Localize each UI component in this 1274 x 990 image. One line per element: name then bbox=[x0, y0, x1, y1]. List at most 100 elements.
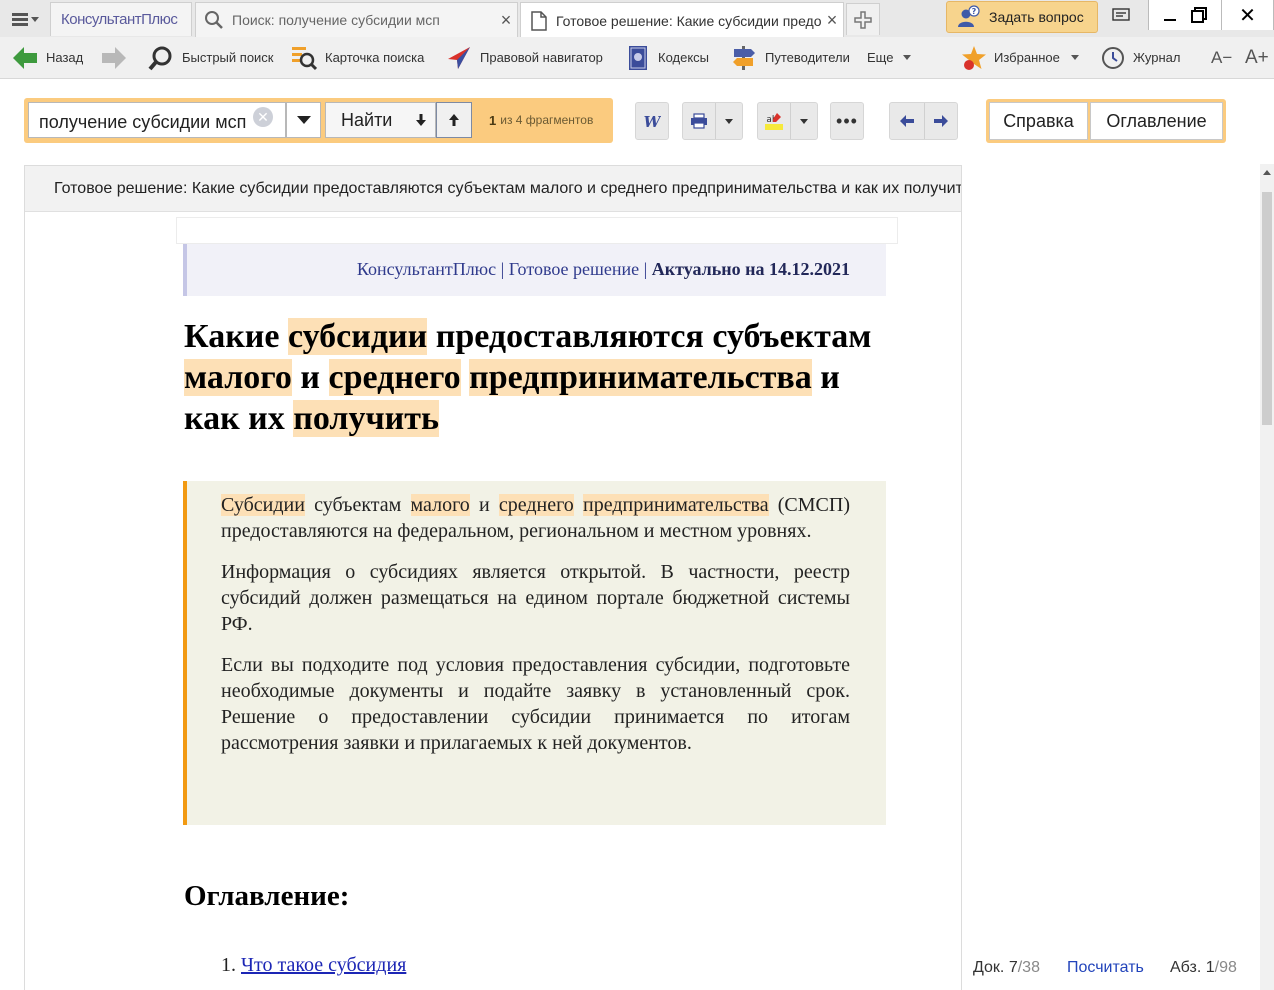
chevron-down-icon bbox=[30, 16, 39, 22]
vertical-scrollbar[interactable] bbox=[1260, 164, 1274, 990]
document-navigation bbox=[889, 102, 958, 140]
para-label: Абз. bbox=[1170, 959, 1206, 976]
summary-paragraph: Субсидии субъектам малого и среднего пре… bbox=[221, 492, 850, 544]
favorites-button[interactable]: Избранное bbox=[961, 37, 1079, 78]
help-panel: Справка Оглавление bbox=[986, 99, 1226, 143]
arrow-left-icon bbox=[899, 115, 914, 127]
title-highlight: субсидии bbox=[287, 318, 428, 355]
document-view[interactable]: Готовое решение: Какие субсидии предоста… bbox=[24, 165, 962, 990]
find-label: Найти bbox=[341, 109, 393, 130]
document-icon bbox=[531, 10, 547, 31]
chevron-down-icon bbox=[1070, 55, 1079, 60]
summary-text: и bbox=[469, 494, 499, 516]
close-icon: ✕ bbox=[1239, 4, 1256, 27]
restore-button[interactable] bbox=[1176, 0, 1222, 30]
toc-link[interactable]: Что такое субсидия bbox=[241, 954, 406, 976]
title-text: и bbox=[291, 359, 329, 396]
close-window-button[interactable]: ✕ bbox=[1222, 0, 1274, 30]
settings-window-button[interactable] bbox=[1098, 0, 1144, 30]
summary-text bbox=[574, 494, 583, 516]
tab-document[interactable]: Готовое решение: Какие субсидии предоста… bbox=[520, 2, 844, 38]
title-highlight: получить bbox=[293, 400, 439, 437]
search-query-text: получение субсидии мсп bbox=[39, 112, 247, 132]
toc-heading: Оглавление: bbox=[184, 880, 350, 912]
count-link-label: Посчитать bbox=[1067, 959, 1144, 976]
search-input[interactable]: получение субсидии мсп bbox=[28, 102, 286, 138]
search-card-label: Карточка поиска bbox=[325, 50, 425, 65]
font-increase-button[interactable]: A+ bbox=[1245, 37, 1269, 78]
previous-fragment-button[interactable] bbox=[436, 102, 472, 138]
compass-navigator-icon bbox=[448, 46, 470, 69]
fragment-total-text: из 4 фрагментов bbox=[500, 113, 594, 127]
doc-current: 7 bbox=[1008, 959, 1018, 976]
actual-date-text: Актуально на 14.12.2021 bbox=[651, 259, 850, 279]
print-button[interactable] bbox=[682, 102, 743, 140]
summary-block: Субсидии субъектам малого и среднего пре… bbox=[183, 481, 886, 825]
tab-search-label: Поиск: получение субсидии мсп bbox=[232, 12, 440, 28]
plus-icon bbox=[854, 10, 872, 29]
close-icon[interactable]: × bbox=[821, 10, 843, 31]
summary-highlight: среднего bbox=[498, 494, 574, 516]
highlighter-icon: ab bbox=[765, 113, 784, 130]
chevron-down-icon[interactable] bbox=[725, 118, 734, 124]
title-highlight: предпринимательства bbox=[469, 359, 812, 396]
next-document-button[interactable] bbox=[924, 103, 957, 139]
ask-question-button[interactable]: ? Задать вопрос bbox=[946, 1, 1098, 33]
highlight-button[interactable]: ab bbox=[757, 102, 818, 140]
star-icon bbox=[962, 45, 986, 70]
scrollbar-thumb[interactable] bbox=[1262, 192, 1272, 425]
tab-document-label: Готовое решение: Какие субсидии предоста… bbox=[556, 12, 821, 29]
previous-document-button[interactable] bbox=[890, 103, 924, 139]
word-icon: W bbox=[644, 113, 661, 129]
back-button[interactable]: Назад bbox=[12, 37, 83, 78]
font-decrease-button[interactable]: A− bbox=[1211, 37, 1232, 78]
title-text: предоставляются субъектам bbox=[427, 318, 872, 355]
tab-bar: КонсультантПлюс Поиск: получение субсиди… bbox=[0, 0, 1274, 38]
toc-label: Оглавление bbox=[1106, 110, 1207, 131]
help-label: Справка bbox=[1003, 110, 1074, 131]
toc-button[interactable]: Оглавление bbox=[1090, 102, 1223, 140]
svg-text:W: W bbox=[644, 113, 661, 129]
guides-button[interactable]: Путеводители bbox=[731, 37, 850, 78]
legal-navigator-button[interactable]: Правовой навигатор bbox=[446, 37, 603, 78]
search-card-button[interactable]: Карточка поиска bbox=[291, 37, 424, 78]
paragraph-counter: Абз. 1/98 bbox=[1170, 959, 1237, 981]
close-icon[interactable]: × bbox=[495, 10, 517, 31]
history-clock-icon bbox=[1102, 46, 1124, 69]
main-menu-button[interactable] bbox=[4, 4, 46, 34]
main-toolbar: Назад Быстрый поиск Карточка поиска Прав… bbox=[0, 37, 1274, 79]
chevron-down-icon[interactable] bbox=[800, 118, 809, 124]
document-top-strip bbox=[176, 217, 898, 244]
svg-text:?: ? bbox=[972, 7, 977, 16]
quick-search-button[interactable]: Быстрый поиск bbox=[148, 37, 274, 78]
arrow-right-icon bbox=[933, 115, 948, 127]
scroll-up-icon[interactable] bbox=[1263, 170, 1271, 175]
forward-button[interactable] bbox=[101, 37, 127, 78]
source-banner: КонсультантПлюс | Готовое решение | Акту… bbox=[183, 244, 886, 296]
more-actions-button[interactable]: ••• bbox=[830, 102, 864, 140]
printer-icon bbox=[691, 113, 708, 129]
hamburger-icon bbox=[11, 12, 28, 26]
brand-tab[interactable]: КонсультантПлюс bbox=[50, 2, 192, 36]
signpost-icon bbox=[733, 45, 755, 70]
search-bar: получение субсидии мсп ✕ Найти 1 из 4 фр… bbox=[24, 98, 613, 143]
help-button[interactable]: Справка bbox=[989, 102, 1088, 140]
search-history-dropdown[interactable] bbox=[286, 102, 321, 138]
tab-search[interactable]: Поиск: получение субсидии мсп × bbox=[195, 2, 518, 37]
journal-button[interactable]: Журнал bbox=[1101, 37, 1180, 78]
triangle-down-icon bbox=[296, 116, 311, 124]
brand-logo-text: КонсультантПлюс bbox=[61, 11, 178, 28]
para-current: 1 bbox=[1205, 959, 1215, 976]
codes-button[interactable]: Кодексы bbox=[626, 37, 709, 78]
more-menu-button[interactable]: Еще bbox=[867, 37, 912, 78]
favorites-label: Избранное bbox=[994, 50, 1060, 65]
clear-search-icon[interactable]: ✕ bbox=[253, 107, 273, 127]
new-tab-button[interactable] bbox=[846, 3, 880, 35]
export-word-button[interactable]: W bbox=[635, 102, 669, 140]
summary-paragraph: Если вы подходите под условия предоставл… bbox=[221, 654, 850, 754]
fragment-counter: 1 из 4 фрагментов bbox=[489, 102, 593, 138]
arrow-right-icon bbox=[102, 46, 126, 69]
summary-highlight: Субсидии bbox=[221, 494, 305, 516]
find-button[interactable]: Найти bbox=[325, 102, 436, 138]
count-link[interactable]: Посчитать bbox=[1067, 959, 1144, 981]
